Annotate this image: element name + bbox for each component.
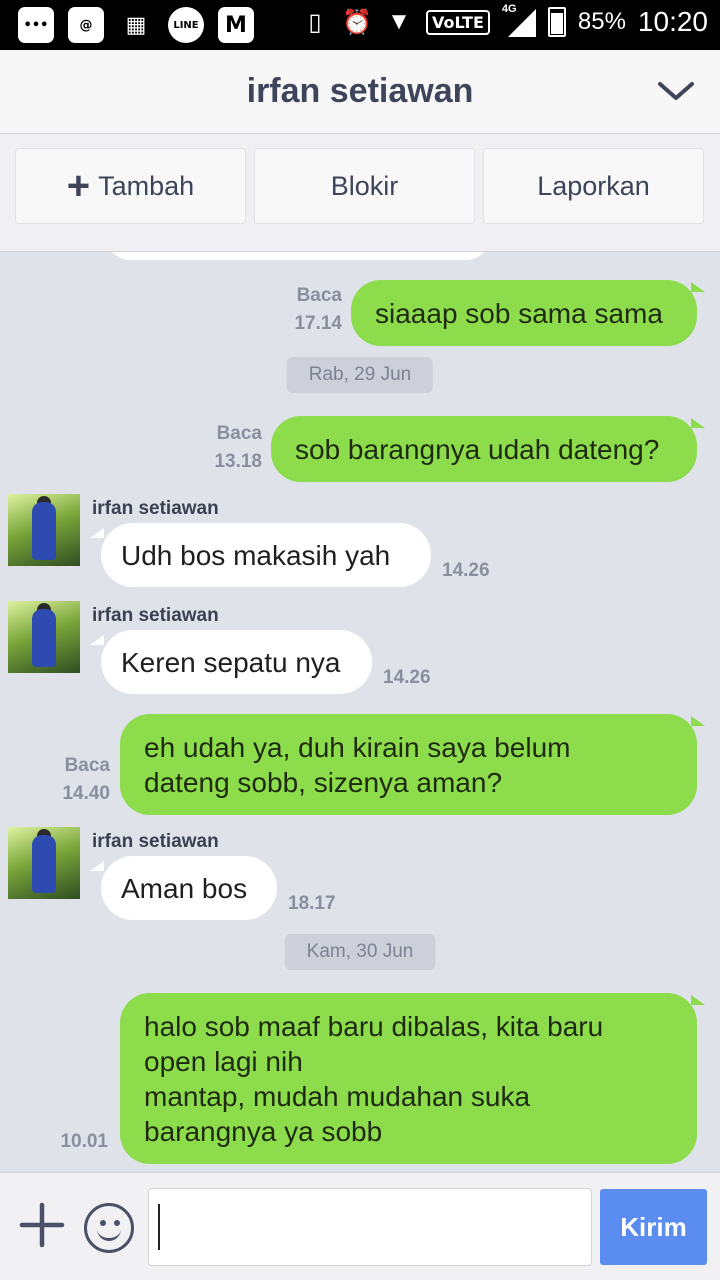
- more-icon: •••: [18, 7, 54, 43]
- message-text: sob barangnya udah dateng?: [295, 433, 660, 465]
- volte-icon: VoLTE: [425, 9, 490, 35]
- message-bubble-out[interactable]: halo sob maaf baru dibalas, kita baru op…: [120, 993, 697, 1164]
- contact-actions: + Tambah Blokir Laporkan: [0, 134, 720, 252]
- block-button[interactable]: Blokir: [254, 148, 475, 224]
- report-button[interactable]: Laporkan: [483, 148, 704, 224]
- avatar[interactable]: [8, 601, 80, 673]
- message-time: 13.18: [214, 451, 262, 472]
- read-receipt: Baca: [64, 755, 110, 776]
- read-receipt: Baca: [216, 423, 262, 444]
- message-time: 14.26: [442, 560, 490, 581]
- message-composer: Kirim: [0, 1172, 720, 1280]
- message-time: 14.40: [62, 783, 110, 804]
- battery-icon: [547, 7, 566, 37]
- date-separator: Kam, 30 Jun: [284, 934, 436, 970]
- line-icon: LINE: [168, 7, 204, 43]
- report-label: Laporkan: [537, 170, 650, 201]
- message-text: Udh bos makasih yah: [121, 539, 391, 571]
- bubble-tail: [691, 995, 705, 1005]
- bubble-tail: [691, 418, 705, 428]
- message-bubble-in[interactable]: Aman bos: [101, 856, 277, 920]
- bubble-tail: [90, 528, 104, 538]
- block-label: Blokir: [330, 170, 399, 201]
- avatar[interactable]: [8, 827, 80, 899]
- status-bar: ••• @ ▦ LINE M ▯ ⏰ ▼ VoLTE 4G 85% 10:20: [0, 0, 720, 50]
- wifi-icon: ▼: [387, 8, 411, 35]
- message-text: siaaap sob sama sama: [375, 297, 663, 329]
- message-time: 17.14: [294, 313, 342, 334]
- gmail-icon: M: [218, 7, 254, 43]
- message-text: Aman bos: [121, 872, 248, 904]
- email-icon: @: [68, 7, 104, 43]
- message-time: 18.17: [288, 893, 336, 914]
- chat-thread[interactable]: Baca 17.14 siaaap sob sama sama Rab, 29 …: [0, 252, 720, 1172]
- alarm-icon: ⏰: [342, 8, 372, 36]
- vibrate-icon: ▯: [308, 8, 322, 36]
- send-button[interactable]: Kirim: [600, 1189, 707, 1265]
- message-time: 10.01: [60, 1131, 108, 1152]
- chat-header: irfan setiawan: [0, 50, 720, 134]
- message-text: eh udah ya, duh kirain saya belum dateng…: [144, 731, 571, 798]
- message-meta: 10.01: [60, 1128, 108, 1156]
- message-meta: Baca 13.18: [214, 420, 262, 476]
- notification-icons: ••• @ ▦ LINE M: [18, 7, 254, 43]
- avatar[interactable]: [8, 494, 80, 566]
- message-input[interactable]: [148, 1188, 592, 1266]
- message-meta: Baca 17.14: [294, 282, 342, 338]
- plus-icon: +: [66, 164, 91, 208]
- contact-name: irfan setiawan: [246, 72, 474, 110]
- add-contact-button[interactable]: + Tambah: [15, 148, 246, 224]
- message-text: Keren sepatu nya: [121, 646, 341, 678]
- clock: 10:20: [637, 6, 708, 37]
- read-receipt: Baca: [296, 285, 342, 306]
- message-bubble-in[interactable]: Keren sepatu nya: [101, 630, 372, 694]
- add-contact-label: Tambah: [98, 170, 195, 201]
- message-bubble-in[interactable]: Udh bos makasih yah: [101, 523, 431, 587]
- sender-name: irfan setiawan: [92, 605, 219, 626]
- plus-icon[interactable]: [18, 1201, 66, 1249]
- system-icons: ▯ ⏰ ▼ VoLTE 4G 85% 10:20: [300, 3, 708, 38]
- bubble-tail: [90, 861, 104, 871]
- sender-name: irfan setiawan: [92, 831, 219, 852]
- date-separator: Rab, 29 Jun: [286, 357, 434, 393]
- bubble-tail: [90, 635, 104, 645]
- bubble-tail: [691, 716, 705, 726]
- message-text: halo sob maaf baru dibalas, kita baru op…: [144, 1010, 604, 1147]
- battery-level: 85%: [577, 8, 626, 35]
- emoji-icon[interactable]: [84, 1203, 134, 1253]
- message-bubble-partial: [106, 252, 490, 260]
- message-bubble-out[interactable]: sob barangnya udah dateng?: [271, 416, 697, 482]
- bubble-tail: [691, 282, 705, 292]
- bbm-icon: ▦: [125, 12, 147, 38]
- text-caret: [158, 1204, 160, 1250]
- signal-icon: 4G: [502, 3, 536, 37]
- chevron-down-icon[interactable]: [656, 76, 696, 106]
- sender-name: irfan setiawan: [92, 498, 219, 519]
- message-meta: Baca 14.40: [62, 752, 110, 808]
- message-time: 14.26: [383, 667, 431, 688]
- message-bubble-out[interactable]: siaaap sob sama sama: [351, 280, 697, 346]
- message-bubble-out[interactable]: eh udah ya, duh kirain saya belum dateng…: [120, 714, 697, 815]
